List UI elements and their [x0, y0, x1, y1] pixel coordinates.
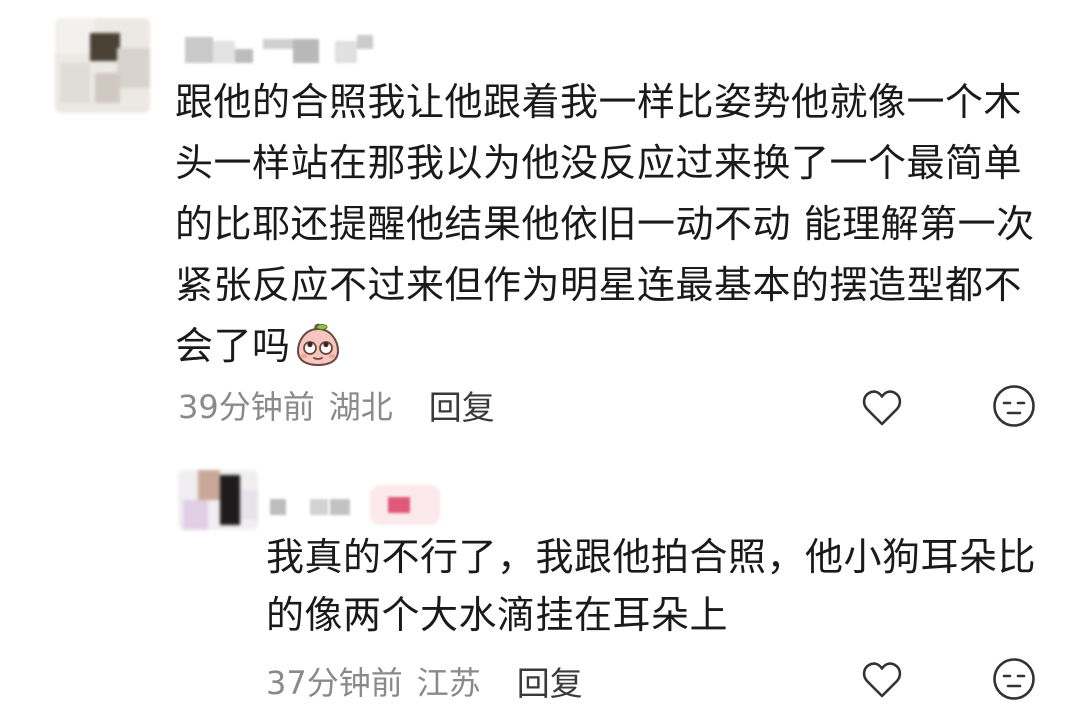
comment-thread: 跟他的合照我让他跟着我一样比姿势他就像一个木 头一样站在那我以为他没反应过来换了… — [0, 0, 1080, 710]
ip-region: 江苏 — [416, 664, 481, 702]
timestamp: 39分钟前 — [178, 388, 315, 426]
comment-line: 跟他的合照我让他跟着我一样比姿势他就像一个木 — [175, 80, 1023, 124]
heart-outline-icon[interactable] — [859, 656, 905, 702]
username[interactable] — [270, 485, 445, 525]
peach-rolling-eyes-emoji — [296, 323, 339, 367]
comment-text: 我真的不行了，我跟他拍合照，他小狗耳朵比 的像两个大水滴挂在耳朵上 — [266, 528, 1056, 644]
comment-line: 头一样站在那我以为他没反应过来换了一个最简单 — [175, 141, 1023, 185]
reply-button[interactable]: 回复 — [425, 379, 499, 431]
avatar[interactable] — [55, 18, 150, 113]
comment-line: 的像两个大水滴挂在耳朵上 — [266, 593, 729, 637]
reply-button[interactable]: 回复 — [513, 655, 587, 707]
comment-line: 紧张反应不过来但作为明星连最基本的摆造型都不 — [175, 263, 1023, 307]
meh-face-icon[interactable] — [991, 383, 1037, 429]
username[interactable] — [185, 35, 375, 65]
timestamp: 37分钟前 — [266, 664, 403, 702]
avatar[interactable] — [178, 470, 258, 530]
comment-text: 跟他的合照我让他跟着我一样比姿势他就像一个木 头一样站在那我以为他没反应过来换了… — [175, 72, 1035, 377]
comment-line-last: 会了吗 — [175, 316, 1035, 377]
comment-line: 会了吗 — [175, 324, 291, 368]
heart-outline-icon[interactable] — [859, 384, 905, 430]
comment-line: 我真的不行了，我跟他拍合照，他小狗耳朵比 — [266, 535, 1037, 579]
comment-line: 的比耶还提醒他结果他依旧一动不动 能理解第一次 — [175, 202, 1035, 246]
comment-meta: 37分钟前 江苏 回复 — [266, 656, 587, 706]
ip-region: 湖北 — [328, 388, 393, 426]
comment-meta: 39分钟前 湖北 回复 — [178, 380, 499, 430]
meh-face-icon[interactable] — [991, 656, 1037, 702]
